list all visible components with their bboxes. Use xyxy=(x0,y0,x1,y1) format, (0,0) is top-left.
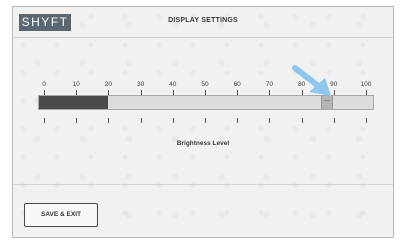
scale-tick-bottom xyxy=(302,118,303,123)
scale-label-60: 60 xyxy=(233,81,241,88)
scale-tick-bottom xyxy=(108,118,109,123)
save-and-exit-button[interactable]: SAVE & EXIT xyxy=(24,203,98,227)
scale-tick-bottom xyxy=(269,118,270,123)
scale-tick-bottom xyxy=(334,118,335,123)
page-title: DISPLAY SETTINGS xyxy=(168,17,238,24)
header-bar: SHYFT DISPLAY SETTINGS xyxy=(13,7,393,38)
scale-label-10: 10 xyxy=(72,81,80,88)
scale-tick-bottom xyxy=(366,118,367,123)
pointer-arrow-icon xyxy=(292,65,331,96)
scale-label-50: 50 xyxy=(201,81,209,88)
scale-tick-bottom xyxy=(205,118,206,123)
scale-tick-bottom xyxy=(76,118,77,123)
scale-label-100: 100 xyxy=(360,81,372,88)
scale-label-40: 40 xyxy=(169,81,177,88)
footer-divider xyxy=(13,184,393,185)
scale-tick-bottom xyxy=(173,118,174,123)
scale-label-20: 20 xyxy=(104,81,112,88)
scale-label-30: 30 xyxy=(136,81,145,88)
scale-label-70: 70 xyxy=(265,81,273,88)
brightness-level-label: Brightness Level xyxy=(176,140,230,147)
scale-tick-bottom xyxy=(141,118,142,123)
scale-tick-bottom xyxy=(44,118,45,123)
brightness-slider-fill xyxy=(39,96,109,109)
scale-tick-bottom xyxy=(237,118,238,123)
scale-label-0: 0 xyxy=(42,81,46,88)
display-settings-panel: SHYFT DISPLAY SETTINGS 0 10 20 30 40 50 60 70 80… xyxy=(12,6,394,238)
